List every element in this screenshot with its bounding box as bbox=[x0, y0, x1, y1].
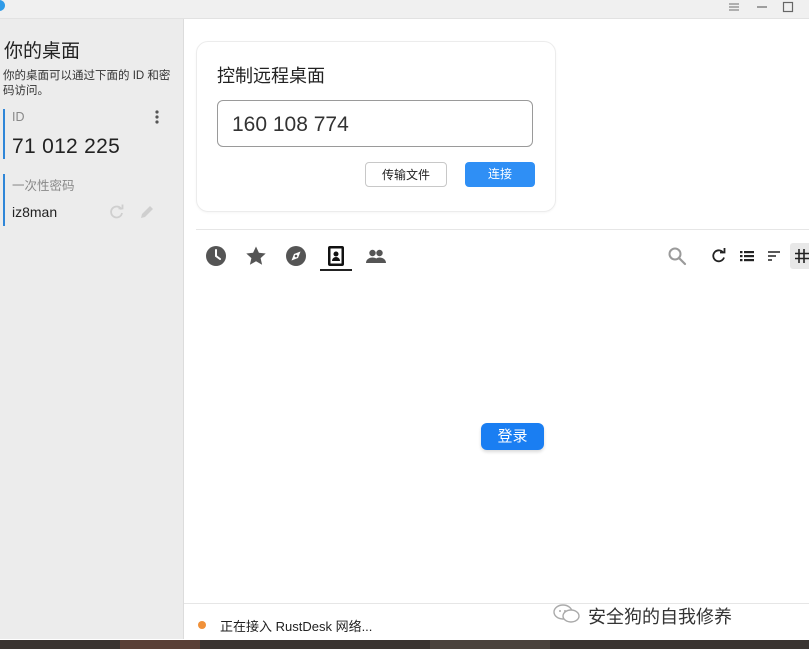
wechat-icon bbox=[552, 603, 582, 625]
sort-icon[interactable] bbox=[764, 246, 784, 266]
refresh-password-icon[interactable] bbox=[108, 203, 126, 221]
edit-password-icon[interactable] bbox=[138, 203, 156, 221]
taskbar-segment bbox=[430, 640, 550, 649]
more-vert-icon[interactable] bbox=[152, 108, 162, 126]
main-panel: 控制远程桌面 160 108 774 传输文件 连接 登录 bbox=[184, 19, 809, 603]
status-bar: 正在接入 RustDesk 网络... 安全狗的自我修养 bbox=[184, 603, 809, 641]
taskbar-segment bbox=[120, 640, 200, 649]
minimize-icon[interactable] bbox=[754, 0, 770, 14]
group-icon[interactable] bbox=[364, 244, 388, 268]
status-indicator-icon bbox=[198, 621, 206, 629]
id-label: ID bbox=[12, 110, 25, 124]
id-accent-bar bbox=[3, 109, 5, 159]
title-bar bbox=[0, 0, 809, 19]
remote-control-title: 控制远程桌面 bbox=[217, 66, 325, 86]
favorites-star-icon[interactable] bbox=[244, 244, 268, 268]
recent-history-icon[interactable] bbox=[204, 244, 228, 268]
maximize-icon[interactable] bbox=[780, 0, 796, 14]
my-id-value[interactable]: 71 012 225 bbox=[12, 135, 120, 159]
login-button[interactable]: 登录 bbox=[481, 423, 544, 450]
app-logo-icon bbox=[0, 0, 5, 11]
refresh-icon[interactable] bbox=[709, 246, 729, 266]
discovered-compass-icon[interactable] bbox=[284, 244, 308, 268]
grid-view-icon[interactable] bbox=[792, 246, 809, 266]
sidebar-description: 你的桌面可以通过下面的 ID 和密码访问。 bbox=[3, 70, 171, 97]
remote-control-card: 控制远程桌面 160 108 774 传输文件 连接 bbox=[196, 41, 556, 212]
connect-button[interactable]: 连接 bbox=[465, 162, 535, 187]
status-text: 正在接入 RustDesk 网络... bbox=[220, 619, 373, 634]
taskbar-strip bbox=[0, 640, 809, 649]
section-divider bbox=[196, 229, 809, 230]
sidebar: 你的桌面 你的桌面可以通过下面的 ID 和密码访问。 ID 71 012 225… bbox=[0, 19, 184, 639]
watermark: 安全狗的自我修养 bbox=[553, 603, 732, 629]
list-view-icon[interactable] bbox=[737, 246, 757, 266]
transfer-file-button[interactable]: 传输文件 bbox=[365, 162, 447, 187]
sidebar-title: 你的桌面 bbox=[4, 41, 81, 62]
watermark-text: 安全狗的自我修养 bbox=[588, 607, 732, 627]
address-book-icon[interactable] bbox=[324, 244, 348, 268]
menu-icon[interactable] bbox=[726, 0, 742, 14]
password-label: 一次性密码 bbox=[12, 179, 75, 193]
search-icon[interactable] bbox=[667, 246, 687, 266]
active-tab-indicator bbox=[320, 269, 352, 271]
password-value[interactable]: iz8man bbox=[12, 204, 57, 220]
password-accent-bar bbox=[3, 174, 5, 226]
remote-id-input[interactable]: 160 108 774 bbox=[217, 100, 533, 147]
